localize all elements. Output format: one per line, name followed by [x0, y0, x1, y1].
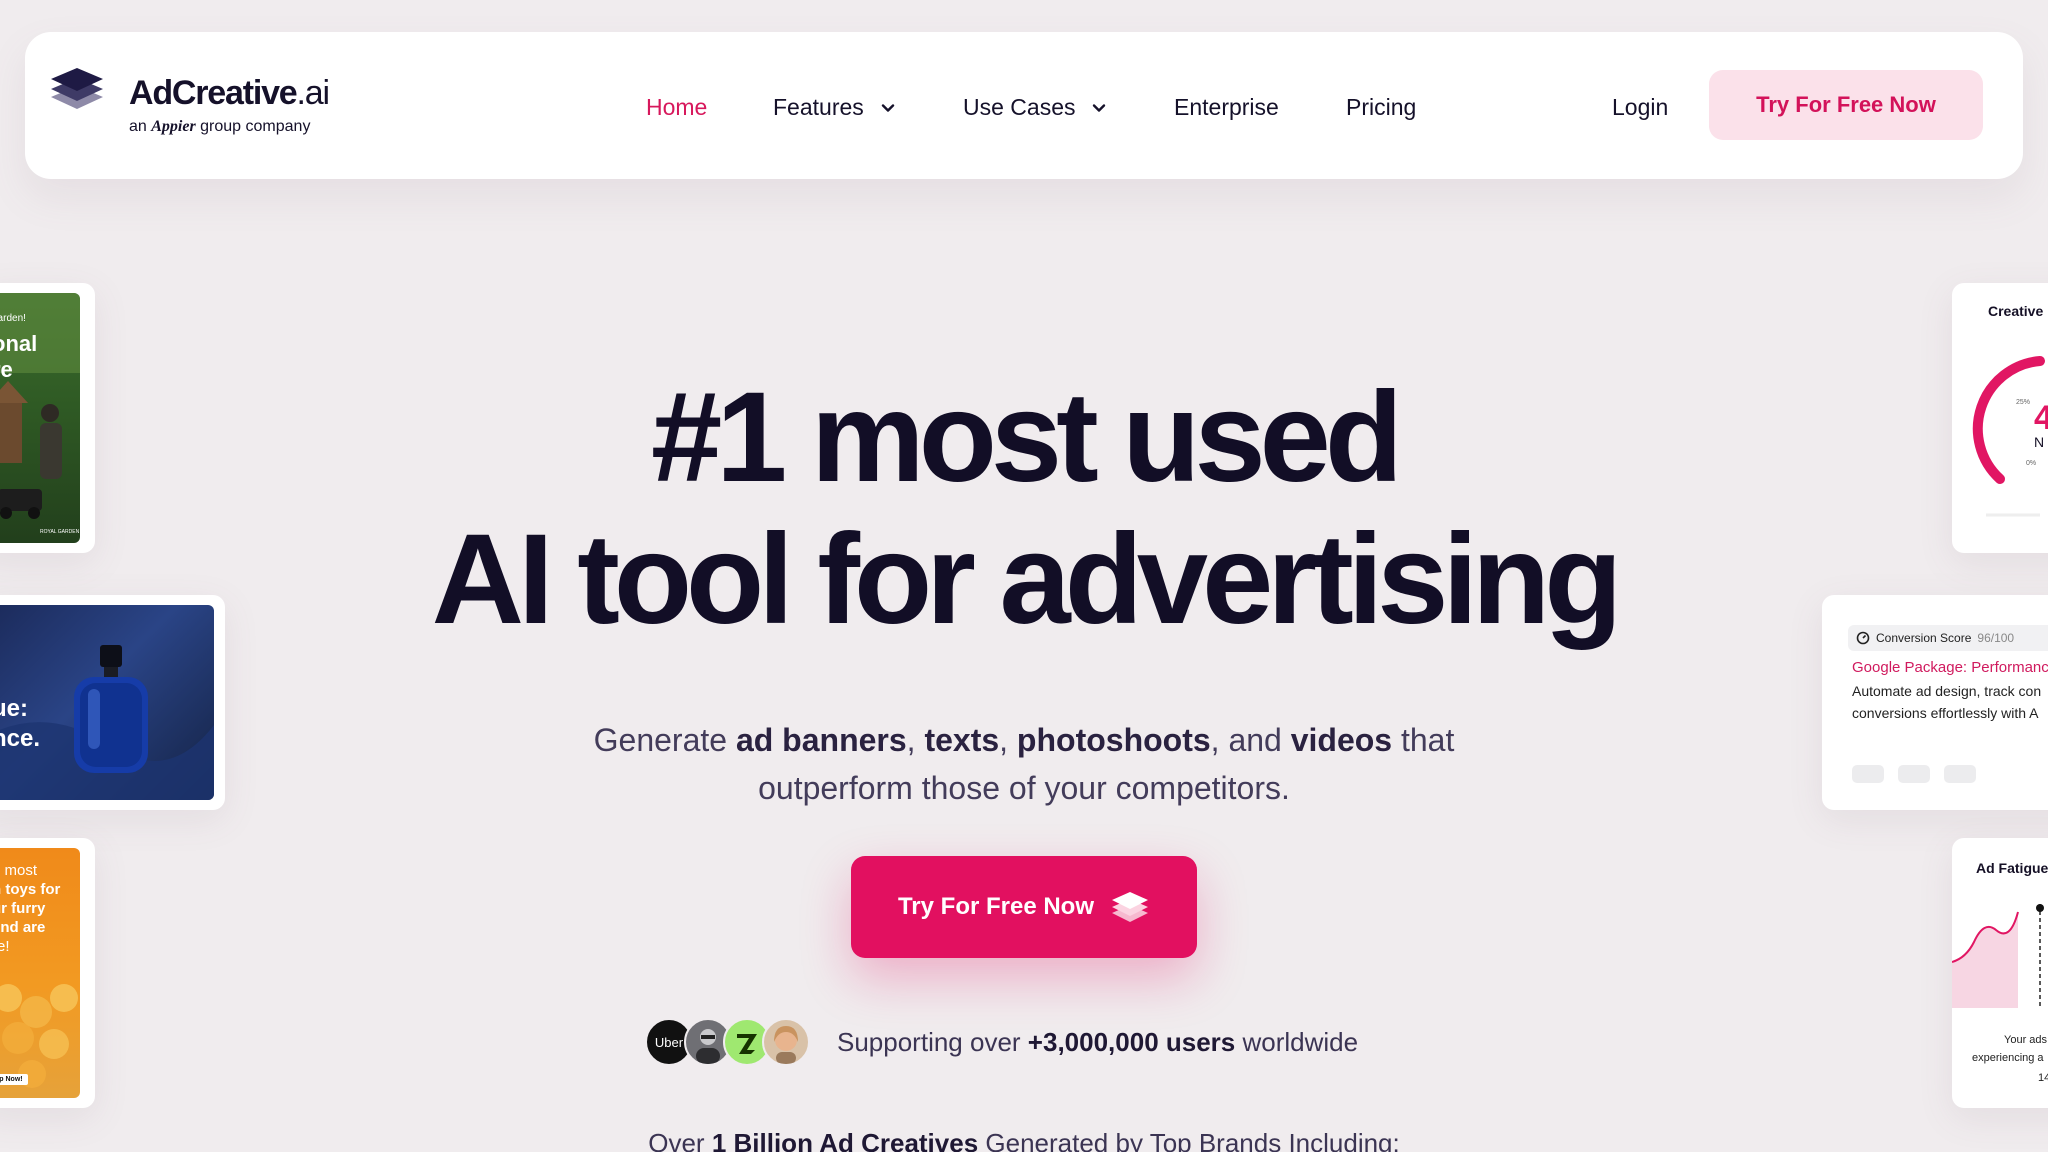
garden-ad-card[interactable]: garden! onal re ROYAL GARDEN: [0, 283, 95, 553]
pet-ad-line-1: e most: [0, 862, 38, 879]
nav-use-cases[interactable]: Use Cases: [963, 94, 1107, 121]
ad-fatigue-text-2: experiencing a: [1972, 1052, 2044, 1064]
pet-ad-line-4: end are: [0, 919, 46, 936]
brand-name: AdCreative.ai: [129, 74, 330, 112]
pet-ad-line-5: re!: [0, 938, 10, 955]
garden-ad-small-text: garden!: [0, 313, 26, 324]
gauge-tick-0: 0%: [2026, 460, 2037, 467]
pet-ad-line-2: n toys for: [0, 881, 61, 898]
nav-home[interactable]: Home: [646, 94, 707, 121]
placeholder-pill: [1852, 765, 1884, 783]
perfume-ad-image: ue: nce.: [0, 605, 214, 800]
ad-fatigue-chart: [1952, 904, 2044, 1008]
garden-ad-image: garden! onal re ROYAL GARDEN: [0, 293, 80, 543]
conversion-score-row: Conversion Score 96/100: [1848, 625, 2048, 651]
placeholder-pill: [1898, 765, 1930, 783]
garden-ad-headline-1: onal: [0, 331, 38, 356]
creative-score-card[interactable]: Creative 25% 0% 4 N: [1952, 283, 2048, 553]
social-proof-text: Supporting over +3,000,000 users worldwi…: [837, 1026, 1359, 1057]
brand-logo[interactable]: AdCreative.ai an Appier group company: [25, 32, 330, 135]
top-navbar: AdCreative.ai an Appier group company Ho…: [25, 32, 2023, 179]
user-avatar: [762, 1018, 810, 1066]
pet-toys-ad-card[interactable]: e most n toys for ur furry end are re! o…: [0, 838, 95, 1108]
hero-subtitle: Generate ad banners, texts, photoshoots,…: [593, 722, 1455, 806]
conversion-score-label: Conversion Score: [1876, 631, 1972, 645]
conversion-card-heading: Google Package: Performanc: [1852, 659, 2048, 676]
pet-ad-shop-button: op Now!: [0, 1074, 28, 1085]
brand-tagline: an Appier group company: [129, 118, 311, 135]
gauge-label: N: [2034, 434, 2045, 450]
social-proof: Uber Supporting over +3,000,000 users wo…: [645, 1016, 1358, 1068]
placeholder-pill: [1944, 765, 1976, 783]
pet-ad-line-3: ur furry: [0, 900, 46, 917]
gauge-value: 4: [2034, 399, 2048, 437]
nav-pricing[interactable]: Pricing: [1346, 94, 1416, 121]
ad-fatigue-card[interactable]: Ad Fatigue Your ads experiencing a 14: [1952, 838, 2048, 1108]
conversion-card-body-1: Automate ad design, track con: [1852, 683, 2042, 699]
conversion-score-card[interactable]: Conversion Score 96/100 Google Package: …: [1822, 595, 2048, 810]
brands-line: Over 1 Billion Ad Creatives Generated by…: [648, 1128, 1400, 1152]
perfume-ad-card[interactable]: ue: nce.: [0, 595, 225, 810]
ad-fatigue-text-1: Your ads: [2004, 1034, 2048, 1046]
avatar-group: Uber: [645, 1018, 810, 1066]
stacked-layers-icon: [1112, 892, 1149, 922]
chevron-down-icon: [1093, 103, 1106, 112]
hero-title-line-2: AI tool for advertising: [431, 508, 1623, 651]
hero-title-line-1: #1 most used: [650, 366, 1403, 509]
chevron-down-icon: [881, 103, 894, 112]
perfume-ad-headline-2: nce.: [0, 725, 41, 752]
pet-toys-ad-image: e most n toys for ur furry end are re! o…: [0, 848, 80, 1098]
stacked-layers-logo-icon: [51, 68, 103, 109]
login-link[interactable]: Login: [1612, 94, 1668, 121]
garden-ad-headline-2: re: [0, 357, 13, 382]
perfume-ad-headline-1: ue:: [0, 695, 28, 722]
nav-enterprise[interactable]: Enterprise: [1174, 94, 1279, 121]
conversion-score-value: 96/100: [1977, 631, 2015, 645]
conversion-card-body-2: conversions effortlessly with A: [1852, 705, 2039, 721]
ad-fatigue-text-3: 14: [2038, 1072, 2048, 1084]
garden-ad-logo-text: ROYAL GARDEN: [40, 529, 80, 535]
gauge-icon: [1856, 631, 1870, 645]
nav-try-free-button[interactable]: Try For Free Now: [1709, 70, 1983, 140]
nav-features[interactable]: Features: [773, 94, 896, 121]
gauge-tick-25: 25%: [2016, 399, 2031, 406]
hero-try-free-button[interactable]: Try For Free Now: [851, 856, 1197, 958]
